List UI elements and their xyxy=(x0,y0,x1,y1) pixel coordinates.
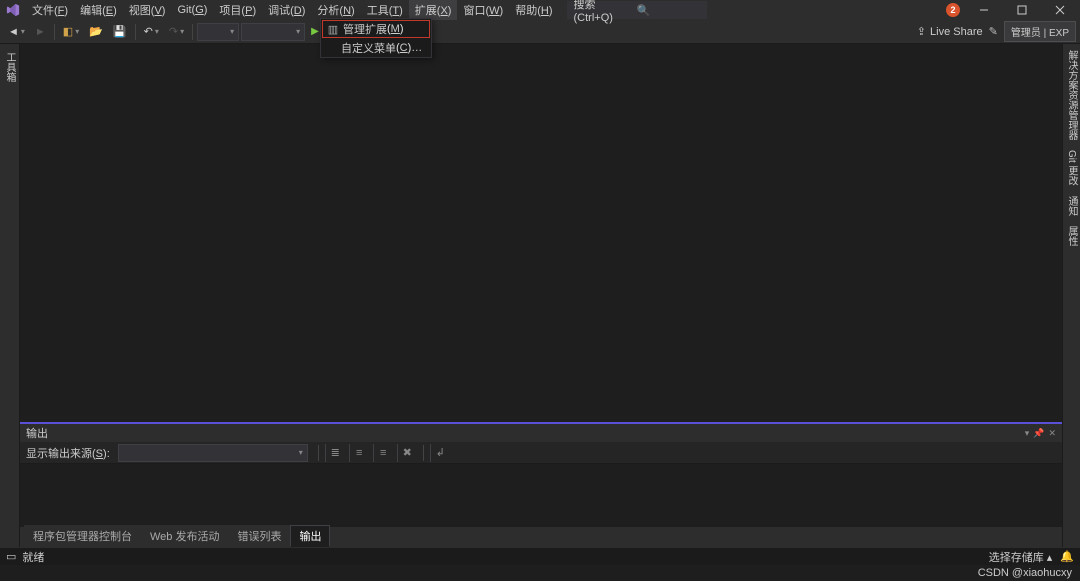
notification-badge[interactable]: 2 xyxy=(946,3,960,17)
editor-area xyxy=(20,44,1062,422)
redo-button[interactable]: ↷▾ xyxy=(165,22,188,42)
menu-debug[interactable]: 调试(D) xyxy=(262,0,311,20)
extensions-dropdown: ▥ 管理扩展(M) 自定义菜单(C)… xyxy=(320,18,432,58)
notifications-tab[interactable]: 通知 xyxy=(1064,194,1079,218)
solution-explorer-tab[interactable]: 解决方案资源管理器 xyxy=(1064,48,1079,142)
dropdown-custom-menu[interactable]: 自定义菜单(C)… xyxy=(321,39,431,57)
close-button[interactable] xyxy=(1046,1,1074,19)
search-icon: 🔍 xyxy=(637,4,700,17)
menu-file[interactable]: 文件(F) xyxy=(26,0,74,20)
chevron-left-icon: ◄ xyxy=(8,26,19,38)
admin-exp-button[interactable]: 管理员 | EXP xyxy=(1004,21,1076,42)
open-button[interactable]: 📂 xyxy=(85,22,107,42)
extension-icon: ▥ xyxy=(326,23,340,36)
open-folder-icon: 📂 xyxy=(89,25,103,38)
nav-forward-button[interactable]: ► xyxy=(31,22,50,42)
git-changes-tab[interactable]: Git 更改 xyxy=(1064,148,1079,188)
menu-edit[interactable]: 编辑(E) xyxy=(74,0,123,20)
menu-git[interactable]: Git(G) xyxy=(171,2,213,18)
new-project-icon: ◧ xyxy=(63,25,73,38)
output-source-combo[interactable]: ▾ xyxy=(118,444,308,462)
menu-window[interactable]: 窗口(W) xyxy=(457,0,509,20)
output-panel-toolbar: 显示输出来源(S): ▾ ≣ ≡ ≡ ✖ ↲ xyxy=(20,442,1062,464)
left-dock: 工具箱 xyxy=(0,44,20,547)
right-dock: 解决方案资源管理器 Git 更改 通知 属性 xyxy=(1062,44,1080,547)
menu-project[interactable]: 项目(P) xyxy=(213,0,262,20)
panel-dropdown-icon[interactable]: ▾ xyxy=(1025,428,1030,439)
tab-output[interactable]: 输出 xyxy=(290,525,330,547)
vs-logo-icon xyxy=(6,3,20,17)
output-find-message-button[interactable]: ≣ xyxy=(325,444,345,462)
panel-pin-icon[interactable]: 📌 xyxy=(1033,428,1044,439)
bottom-tool-tabs: 程序包管理器控制台 Web 发布活动 错误列表 输出 xyxy=(20,527,1062,547)
menu-tools[interactable]: 工具(T) xyxy=(361,0,409,20)
status-window-icon: ▭ xyxy=(6,550,16,563)
feedback-icon[interactable]: ✎ xyxy=(989,25,998,38)
menu-help[interactable]: 帮助(H) xyxy=(509,0,558,20)
undo-button[interactable]: ↶▾ xyxy=(140,22,163,42)
titlebar: 文件(F) 编辑(E) 视图(V) Git(G) 项目(P) 调试(D) 分析(… xyxy=(0,0,1080,20)
separator xyxy=(192,24,193,40)
properties-tab[interactable]: 属性 xyxy=(1064,224,1079,248)
tab-error-list[interactable]: 错误列表 xyxy=(228,525,290,547)
separator xyxy=(318,445,319,461)
output-panel-title: 输出 xyxy=(26,425,48,441)
tab-package-manager-console[interactable]: 程序包管理器控制台 xyxy=(24,525,141,547)
solution-config-combo[interactable]: ▾ xyxy=(197,23,239,41)
live-share-icon: ⇪ xyxy=(917,25,926,38)
chevron-right-icon: ► xyxy=(35,26,46,38)
save-icon: 💾 xyxy=(113,25,127,38)
separator xyxy=(54,24,55,40)
output-word-wrap-button[interactable]: ↲ xyxy=(430,444,450,462)
status-bar: ▭ 就绪 选择存储库 ▴ 🔔 xyxy=(0,547,1080,565)
output-panel-header: 输出 ▾ 📌 ✕ xyxy=(20,424,1062,442)
maximize-button[interactable] xyxy=(1008,1,1036,19)
search-placeholder: 搜索 (Ctrl+Q) xyxy=(574,0,637,24)
main-toolbar: ◄▾ ► ◧▾ 📂 💾 ↶▾ ↷▾ ▾ ▾ ▶ 附加…▾ ⇪ Live Shar… xyxy=(0,20,1080,44)
global-search-input[interactable]: 搜索 (Ctrl+Q) 🔍 xyxy=(567,1,707,19)
main-area: 输出 ▾ 📌 ✕ 显示输出来源(S): ▾ ≣ ≡ ≡ ✖ ↲ 程序包管理器控制… xyxy=(20,44,1062,547)
status-ready-text: 就绪 xyxy=(22,549,44,565)
watermark: CSDN @xiaohucxy xyxy=(978,565,1072,581)
menu-view[interactable]: 视图(V) xyxy=(123,0,172,20)
panel-close-icon[interactable]: ✕ xyxy=(1048,428,1056,439)
dropdown-manage-extensions[interactable]: ▥ 管理扩展(M) xyxy=(322,20,430,38)
watermark-text: CSDN @xiaohucxy xyxy=(978,567,1072,579)
output-next-button[interactable]: ≡ xyxy=(373,444,393,462)
save-button[interactable]: 💾 xyxy=(109,22,131,42)
separator xyxy=(423,445,424,461)
undo-icon: ↶ xyxy=(144,25,153,38)
menu-extensions[interactable]: 扩展(X) xyxy=(409,0,458,20)
output-panel: 输出 ▾ 📌 ✕ 显示输出来源(S): ▾ ≣ ≡ ≡ ✖ ↲ 程序包管理器控制… xyxy=(20,422,1062,547)
nav-back-button[interactable]: ◄▾ xyxy=(4,22,29,42)
toolbox-tab[interactable]: 工具箱 xyxy=(2,48,17,86)
tab-web-publish[interactable]: Web 发布活动 xyxy=(141,525,228,547)
menu-analyze[interactable]: 分析(N) xyxy=(311,0,360,20)
output-clear-button[interactable]: ✖ xyxy=(397,444,417,462)
separator xyxy=(135,24,136,40)
status-repo-picker[interactable]: 选择存储库 ▴ xyxy=(989,549,1053,565)
output-prev-button[interactable]: ≡ xyxy=(349,444,369,462)
play-icon: ▶ xyxy=(311,26,319,37)
status-bell-icon[interactable]: 🔔 xyxy=(1060,550,1074,563)
solution-platform-combo[interactable]: ▾ xyxy=(241,23,305,41)
output-source-label: 显示输出来源(S): xyxy=(26,445,110,461)
new-project-button[interactable]: ◧▾ xyxy=(59,22,83,42)
redo-icon: ↷ xyxy=(169,25,178,38)
output-panel-body[interactable] xyxy=(20,464,1062,527)
live-share-button[interactable]: ⇪ Live Share xyxy=(917,25,983,38)
minimize-button[interactable] xyxy=(970,1,998,19)
